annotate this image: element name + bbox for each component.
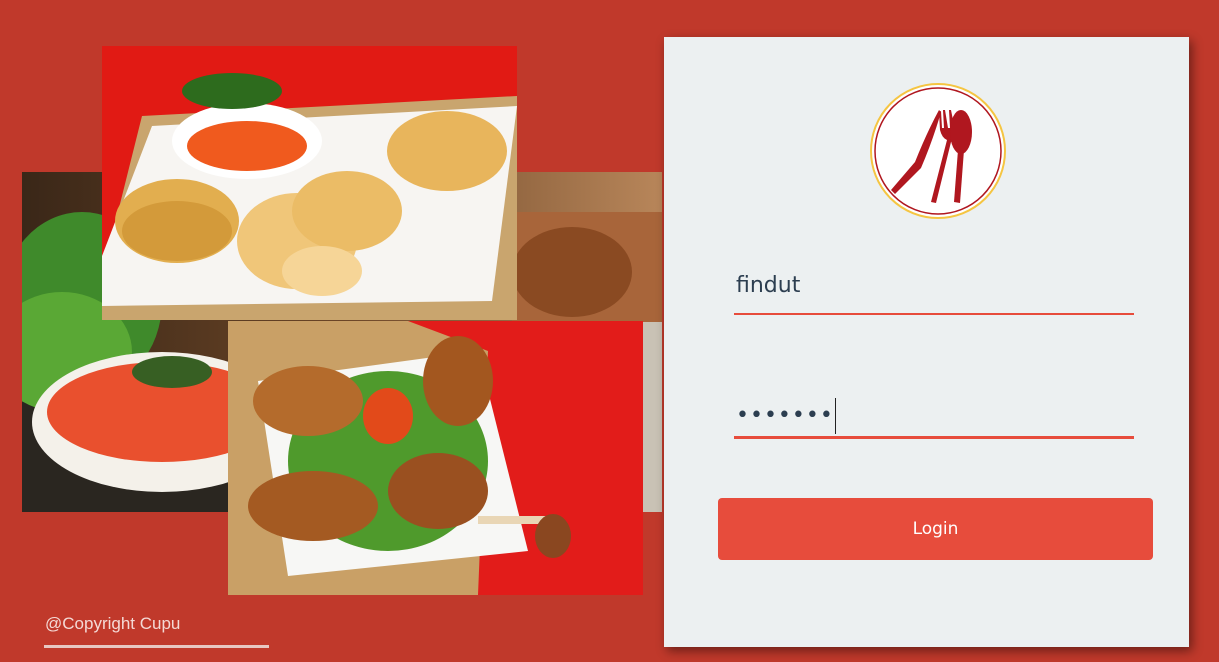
food-photo-fried-duck bbox=[228, 321, 643, 595]
password-field[interactable]: ••••••• bbox=[734, 392, 1134, 439]
copyright-text: @Copyright Cupu bbox=[45, 614, 181, 633]
text-caret bbox=[834, 398, 836, 434]
food-photo-fried-wontons bbox=[102, 46, 517, 320]
login-button[interactable]: Login bbox=[718, 498, 1153, 560]
username-field[interactable]: findut bbox=[734, 269, 1134, 315]
login-card: findut ••••••• Login bbox=[664, 37, 1189, 647]
username-input-value: findut bbox=[736, 273, 801, 298]
copyright-underline bbox=[44, 645, 269, 648]
password-input-value: ••••••• bbox=[736, 398, 836, 434]
fork-knife-spoon-icon bbox=[869, 82, 1007, 220]
